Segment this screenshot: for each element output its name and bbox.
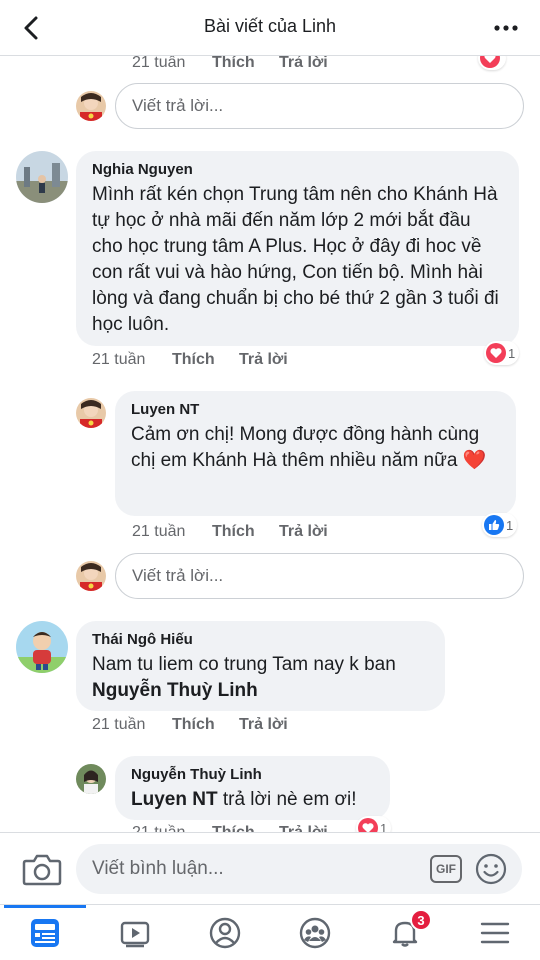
like-link[interactable]: Thích: [172, 716, 239, 734]
sticker-button[interactable]: [474, 852, 508, 886]
top-bar: Bài viết của Linh: [0, 0, 540, 56]
comment-bubble: Nguyễn Thuỳ Linh Luyen NT trả lời nè em …: [115, 756, 390, 820]
more-options-button[interactable]: [492, 14, 520, 42]
bottom-navigation: 3: [0, 904, 540, 960]
notification-badge: 3: [410, 909, 432, 931]
tab-profile[interactable]: [180, 905, 270, 960]
smiley-icon: [475, 853, 507, 885]
avatar[interactable]: [76, 561, 106, 591]
comment-meta: 21 tuần Thích Trả lời: [132, 824, 328, 832]
avatar[interactable]: [76, 764, 106, 794]
like-link[interactable]: Thích: [212, 54, 279, 72]
page-title: Bài viết của Linh: [203, 16, 337, 36]
comment-composer: Viết bình luận... GIF: [0, 832, 540, 904]
comment-input[interactable]: Viết bình luận... GIF: [76, 844, 522, 894]
comment-author[interactable]: Luyen NT: [131, 401, 500, 418]
reaction-badge[interactable]: 1: [356, 816, 392, 833]
news-feed-icon: [31, 919, 59, 947]
comment-input-placeholder: Viết bình luận...: [92, 858, 224, 879]
like-link[interactable]: Thích: [212, 824, 279, 832]
reply-input-placeholder: Viết trả lời...: [132, 566, 224, 585]
comments-feed: 21 tuần Thích Trả lời Viết trả lời... Ng…: [0, 0, 540, 832]
reaction-count: 1: [508, 345, 516, 361]
hamburger-menu-icon: [480, 922, 510, 944]
reaction-badge[interactable]: 1: [484, 341, 520, 365]
reply-link[interactable]: Trả lời: [279, 824, 328, 832]
tab-news-feed[interactable]: [0, 905, 90, 960]
comment-time: 21 tuần: [132, 523, 186, 540]
comment-text-wrap: Luyen NT trả lời nè em ơi!: [131, 787, 374, 813]
reply-link[interactable]: Trả lời: [279, 54, 328, 72]
reaction-count: 1: [506, 517, 514, 533]
mention-link[interactable]: Nguyễn Thuỳ Linh: [92, 678, 429, 704]
comment-bubble: Luyen NT Cảm ơn chị! Mong được đồng hành…: [115, 391, 516, 516]
avatar[interactable]: [76, 91, 106, 121]
comment-bubble: Thái Ngô Hiếu Nam tu liem co trung Tam n…: [76, 621, 445, 711]
comment-time: 21 tuần: [92, 351, 146, 368]
like-reaction-icon: [484, 515, 504, 535]
reply-input[interactable]: Viết trả lời...: [115, 553, 524, 599]
heart-reaction-icon: [358, 818, 378, 832]
comment-meta: 21 tuần Thích Trả lời: [132, 54, 328, 72]
tab-groups[interactable]: [270, 905, 360, 960]
comment-bubble: Nghia Nguyen Mình rất kén chọn Trung tâm…: [76, 151, 519, 346]
comment-meta: 21 tuần Thích Trả lời: [92, 351, 288, 369]
comment-text-wrap: Cảm ơn chị! Mong được đồng hành cùng chị…: [131, 422, 500, 474]
mention-link[interactable]: Luyen NT: [131, 789, 218, 810]
comment-time: 21 tuần: [132, 54, 186, 71]
comment-text: Nam tu liem co trung Tam nay k ban: [92, 654, 396, 675]
reply-link[interactable]: Trả lời: [239, 716, 288, 734]
camera-button[interactable]: [22, 851, 62, 887]
heart-emoji: ❤️: [462, 450, 487, 471]
comment-author[interactable]: Nghia Nguyen: [92, 161, 503, 178]
reply-input-placeholder: Viết trả lời...: [132, 96, 224, 115]
comment-time: 21 tuần: [92, 716, 146, 733]
reaction-badge[interactable]: 1: [482, 513, 518, 537]
comment-time: 21 tuần: [132, 824, 212, 832]
heart-reaction-icon: [486, 343, 506, 363]
reply-link[interactable]: Trả lời: [279, 523, 328, 541]
camera-icon: [22, 854, 62, 886]
profile-icon: [209, 917, 241, 949]
reaction-count: 1: [380, 820, 388, 833]
reply-input[interactable]: Viết trả lời...: [115, 83, 524, 129]
comment-text: trả lời nè em ơi!: [222, 789, 357, 810]
avatar[interactable]: [76, 398, 106, 428]
comment-text: Mình rất kén chọn Trung tâm nên cho Khán…: [92, 184, 499, 335]
groups-icon: [299, 917, 331, 949]
like-link[interactable]: Thích: [172, 351, 239, 369]
comment-author[interactable]: Thái Ngô Hiếu: [92, 631, 429, 648]
tab-notifications[interactable]: 3: [360, 905, 450, 960]
avatar[interactable]: [16, 151, 68, 203]
like-link[interactable]: Thích: [212, 523, 279, 541]
video-play-icon: [120, 921, 150, 948]
comment-text: Cảm ơn chị! Mong được đồng hành cùng chị…: [131, 424, 480, 471]
gif-button[interactable]: GIF: [430, 855, 462, 883]
tab-watch[interactable]: [90, 905, 180, 960]
comment-meta: 21 tuần Thích Trả lời: [132, 523, 328, 541]
more-dots-icon: [494, 25, 518, 31]
comment-author[interactable]: Nguyễn Thuỳ Linh: [131, 766, 374, 783]
avatar[interactable]: [16, 621, 68, 673]
comment-meta: 21 tuần Thích Trả lời: [92, 716, 288, 734]
reply-link[interactable]: Trả lời: [239, 351, 288, 369]
tab-menu[interactable]: [450, 905, 540, 960]
